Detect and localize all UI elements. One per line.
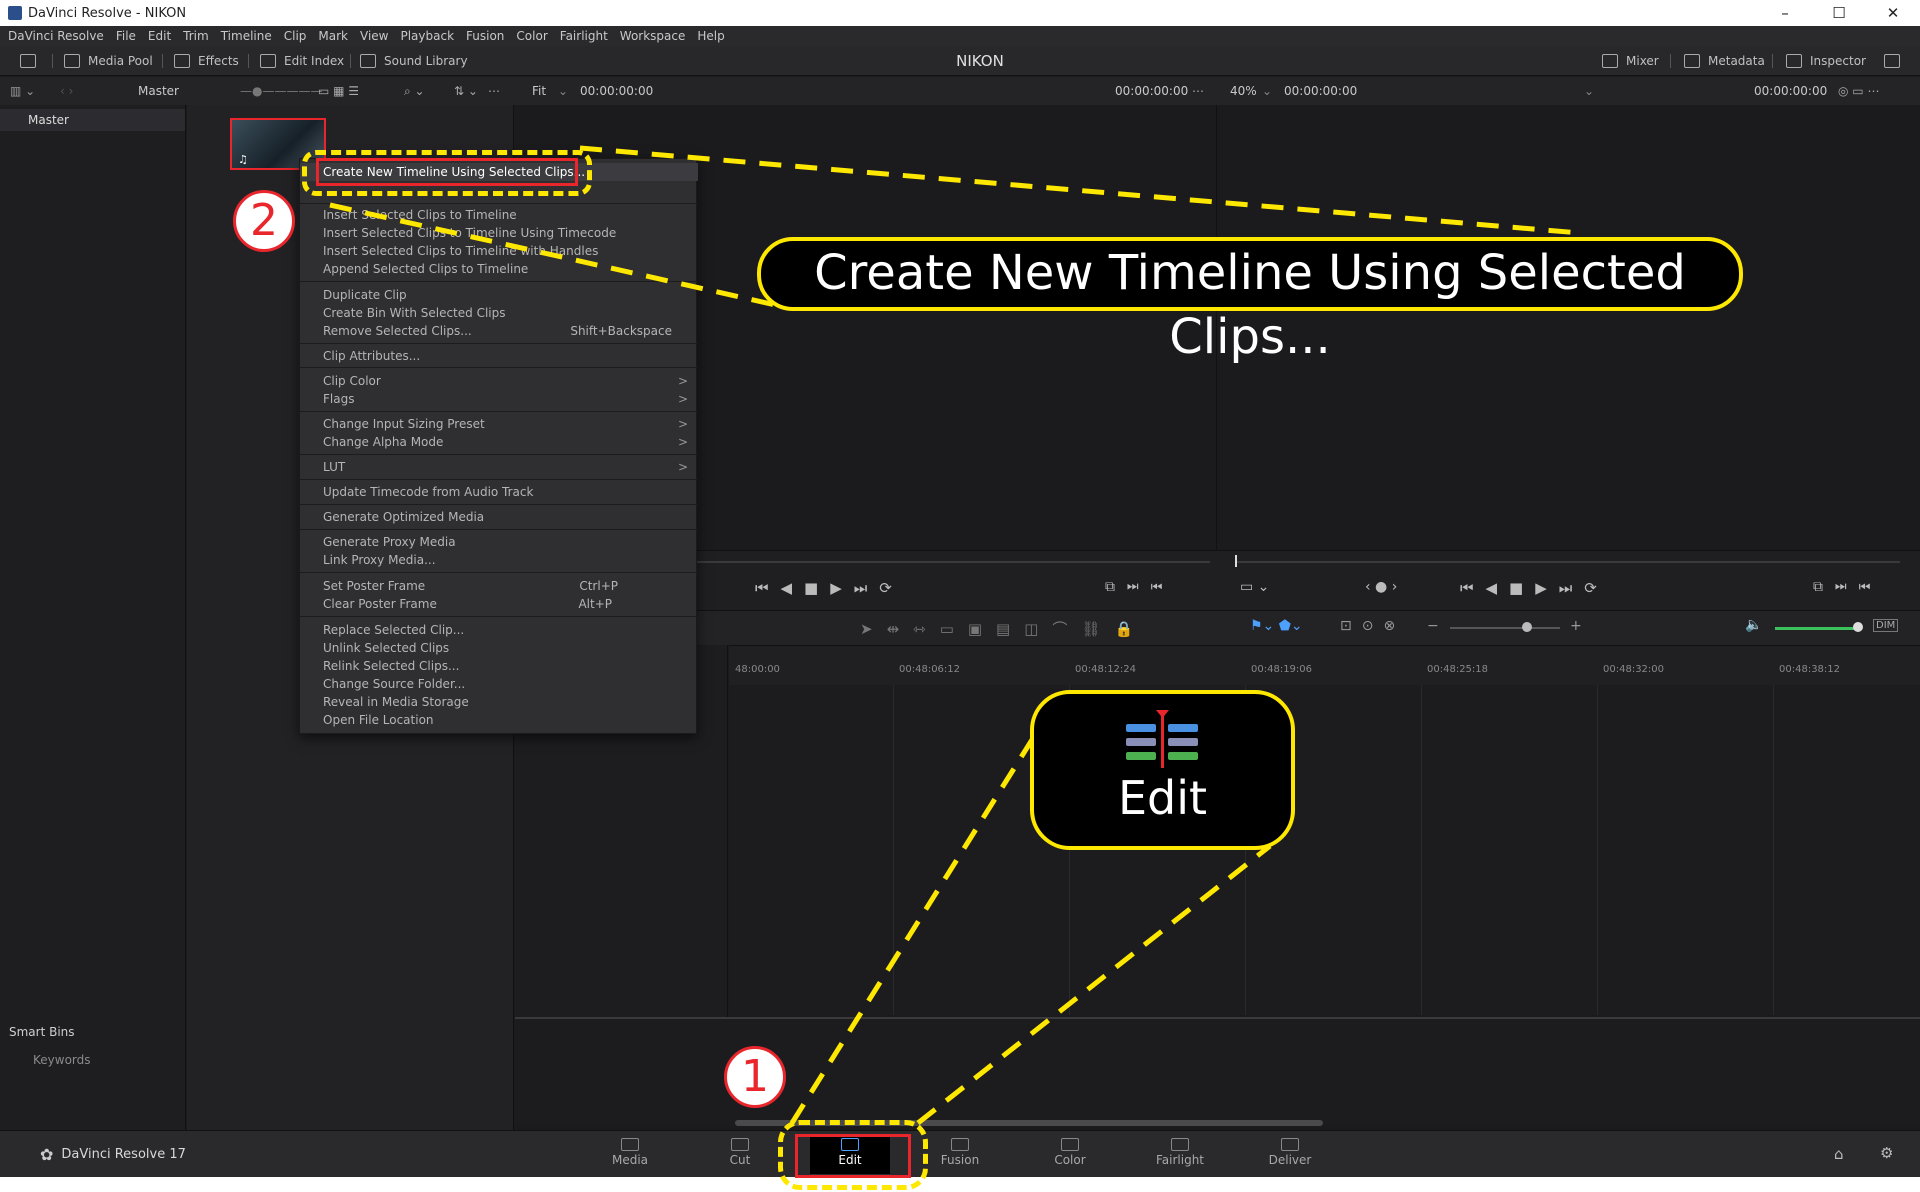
step-2-marker: 2 xyxy=(233,190,295,252)
step-1-marker: 1 xyxy=(724,1046,786,1108)
edit-page-icon xyxy=(1125,710,1198,768)
callout-edit-page: Edit xyxy=(1030,690,1295,850)
callout-edit-page-outline xyxy=(778,1120,928,1190)
annotation-lines xyxy=(329,145,1581,1125)
callout-edit-label: Edit xyxy=(1117,771,1208,825)
callout-create-timeline: Create New Timeline Using Selected Clips… xyxy=(757,237,1743,365)
callout-create-timeline-outline xyxy=(302,150,592,196)
